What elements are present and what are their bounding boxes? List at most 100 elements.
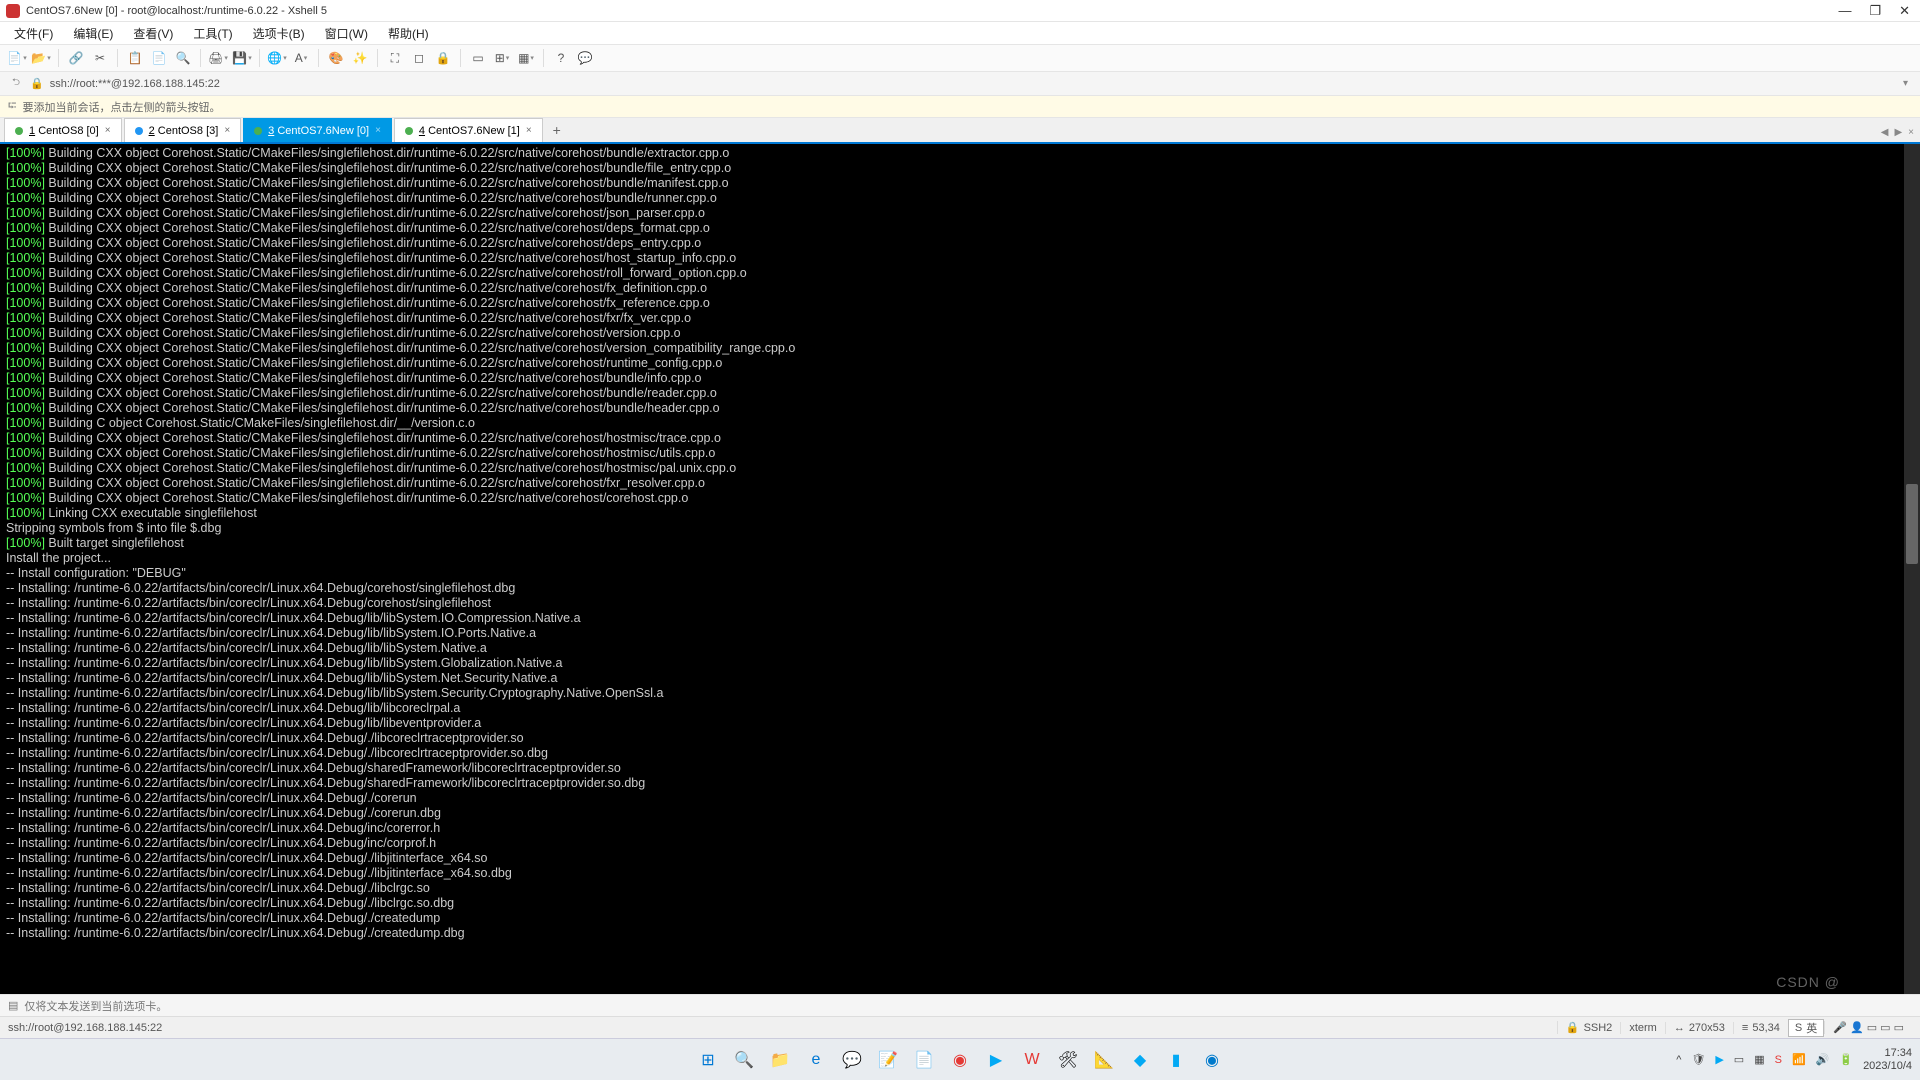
address-dropdown[interactable]: ▾: [1899, 78, 1912, 89]
tab-close-icon[interactable]: ×: [105, 125, 111, 136]
status-ssh: 🔒 SSH2: [1557, 1021, 1620, 1034]
print-button[interactable]: 🖨: [207, 47, 229, 69]
highlight-button[interactable]: ✨: [349, 47, 371, 69]
tab-close-all-icon[interactable]: ×: [1908, 127, 1914, 138]
status-address: ssh://root@192.168.188.145:22: [8, 1022, 1557, 1034]
compose-button[interactable]: ▭: [467, 47, 489, 69]
terminal-output[interactable]: [100%] Building CXX object Corehost.Stat…: [0, 144, 1920, 994]
app-icon[interactable]: ◆: [1125, 1045, 1155, 1075]
tray-battery-icon[interactable]: 🔋: [1839, 1053, 1853, 1066]
tray-s-icon[interactable]: S: [1775, 1054, 1782, 1066]
transparent-button[interactable]: ◻: [408, 47, 430, 69]
address-text[interactable]: ssh://root:***@192.168.188.145:22: [50, 78, 1893, 90]
taskbar: ⊞ 🔍 📁 e 💬 📝 📄 ◉ ▶ W 🛠 📐 ◆ ▮ ◉ ^ 🛡 ▶ ▭ ▦ …: [0, 1038, 1920, 1080]
ontop-button[interactable]: 🔒: [432, 47, 454, 69]
menu-tabs[interactable]: 选项卡(B): [245, 23, 313, 44]
compass-icon[interactable]: 📐: [1089, 1045, 1119, 1075]
watermark: CSDN @: [1776, 975, 1840, 990]
tab-close-icon[interactable]: ×: [375, 125, 381, 136]
tab-add-button[interactable]: +: [545, 118, 569, 142]
new-session-button[interactable]: 📄: [6, 47, 28, 69]
wps-icon[interactable]: W: [1017, 1045, 1047, 1075]
log-button[interactable]: 💾: [231, 47, 253, 69]
app-icon: [6, 4, 20, 18]
open-button[interactable]: 📂: [30, 47, 52, 69]
wechat-icon[interactable]: 💬: [837, 1045, 867, 1075]
minimize-button[interactable]: —: [1838, 3, 1851, 19]
status-bar: ssh://root@192.168.188.145:22 🔒 SSH2 xte…: [0, 1016, 1920, 1038]
encoding-button[interactable]: 🌐: [266, 47, 288, 69]
lock-icon: 🔒: [30, 77, 44, 90]
tray-app2-icon[interactable]: ▭: [1734, 1053, 1744, 1066]
tab-2[interactable]: 2 CentOS8 [3] ×: [124, 118, 242, 142]
menu-help[interactable]: 帮助(H): [380, 23, 437, 44]
tab-next-icon[interactable]: ▶: [1894, 127, 1902, 138]
tab-close-icon[interactable]: ×: [526, 125, 532, 136]
disconnect-button[interactable]: ✂: [89, 47, 111, 69]
status-dot-icon: [254, 127, 262, 135]
color-button[interactable]: 🎨: [325, 47, 347, 69]
input-hint-text: 仅将文本发送到当前选项卡。: [24, 998, 167, 1014]
menu-file[interactable]: 文件(F): [6, 23, 61, 44]
edge-icon[interactable]: e: [801, 1045, 831, 1075]
input-hint-bar: ▤ 仅将文本发送到当前选项卡。: [0, 994, 1920, 1016]
tools-button[interactable]: ▦: [515, 47, 537, 69]
close-button[interactable]: ✕: [1899, 3, 1910, 19]
system-tray: ^ 🛡 ▶ ▭ ▦ S 📶 🔊 🔋 17:34 2023/10/4: [1676, 1047, 1912, 1073]
search-icon[interactable]: 🔍: [729, 1045, 759, 1075]
fullscreen-button[interactable]: ⛶: [384, 47, 406, 69]
taskbar-center: ⊞ 🔍 📁 e 💬 📝 📄 ◉ ▶ W 🛠 📐 ◆ ▮ ◉: [693, 1045, 1227, 1075]
help-button[interactable]: ?: [550, 47, 572, 69]
address-bar: ⮌ 🔒 ssh://root:***@192.168.188.145:22 ▾: [0, 72, 1920, 96]
tool-icon[interactable]: 🛠: [1053, 1045, 1083, 1075]
back-icon[interactable]: ⮌: [8, 75, 24, 92]
notepad-icon[interactable]: 📝: [873, 1045, 903, 1075]
menu-edit[interactable]: 编辑(E): [65, 23, 121, 44]
broadcast-icon[interactable]: ▤: [8, 999, 18, 1012]
status-size: ↔ 270x53: [1665, 1022, 1733, 1034]
status-ime[interactable]: S 英: [1788, 1019, 1824, 1037]
tab-strip: 1 CentOS8 [0] × 2 CentOS8 [3] × 3 CentOS…: [0, 118, 1920, 144]
explorer-icon[interactable]: 📁: [765, 1045, 795, 1075]
tab-3[interactable]: 3 CentOS7.6New [0] ×: [243, 118, 392, 142]
copy-button[interactable]: 📋: [124, 47, 146, 69]
tab-4[interactable]: 4 CentOS7.6New [1] ×: [394, 118, 543, 142]
tab-prev-icon[interactable]: ◀: [1881, 127, 1889, 138]
toolbar: 📄 📂 🔗 ✂ 📋 📄 🔍 🖨 💾 🌐 A 🎨 ✨ ⛶ ◻ 🔒 ▭ ⊞ ▦ ? …: [0, 44, 1920, 72]
menu-view[interactable]: 查看(V): [125, 23, 181, 44]
find-button[interactable]: 🔍: [172, 47, 194, 69]
menu-tools[interactable]: 工具(T): [185, 23, 240, 44]
quickcmd-button[interactable]: ⊞: [491, 47, 513, 69]
info-bar: ⮓ 要添加当前会话，点击左侧的箭头按钮。: [0, 96, 1920, 118]
add-session-icon[interactable]: ⮓: [8, 97, 17, 116]
tab-close-icon[interactable]: ×: [224, 125, 230, 136]
tab-nav: ◀ ▶ ×: [1881, 127, 1914, 138]
about-button[interactable]: 💬: [574, 47, 596, 69]
tray-app-icon[interactable]: ▶: [1715, 1053, 1723, 1066]
browser-icon[interactable]: ◉: [945, 1045, 975, 1075]
app2-icon[interactable]: ▮: [1161, 1045, 1191, 1075]
tray-app3-icon[interactable]: ▦: [1754, 1053, 1764, 1066]
menu-window[interactable]: 窗口(W): [317, 23, 376, 44]
paste-button[interactable]: 📄: [148, 47, 170, 69]
font-button[interactable]: A: [290, 47, 312, 69]
notepad2-icon[interactable]: 📄: [909, 1045, 939, 1075]
tab-1[interactable]: 1 CentOS8 [0] ×: [4, 118, 122, 142]
xshell-icon[interactable]: ◉: [1197, 1045, 1227, 1075]
info-text: 要添加当前会话，点击左侧的箭头按钮。: [23, 99, 221, 115]
clock[interactable]: 17:34 2023/10/4: [1863, 1047, 1912, 1073]
terminal-scrollbar[interactable]: [1904, 144, 1920, 994]
tray-security-icon[interactable]: 🛡: [1691, 1053, 1705, 1066]
window-title: CentOS7.6New [0] - root@localhost:/runti…: [26, 5, 1838, 17]
window-controls: — ❐ ✕: [1838, 3, 1914, 19]
tray-wifi-icon[interactable]: 📶: [1792, 1053, 1806, 1066]
maximize-button[interactable]: ❐: [1869, 3, 1881, 19]
status-pos: ≡ 53,34: [1733, 1022, 1788, 1034]
tray-chevron-icon[interactable]: ^: [1676, 1054, 1681, 1066]
tray-volume-icon[interactable]: 🔊: [1816, 1053, 1830, 1066]
connect-button[interactable]: 🔗: [65, 47, 87, 69]
video-icon[interactable]: ▶: [981, 1045, 1011, 1075]
start-button[interactable]: ⊞: [693, 1045, 723, 1075]
status-dot-icon: [15, 127, 23, 135]
status-term: xterm: [1620, 1022, 1665, 1034]
